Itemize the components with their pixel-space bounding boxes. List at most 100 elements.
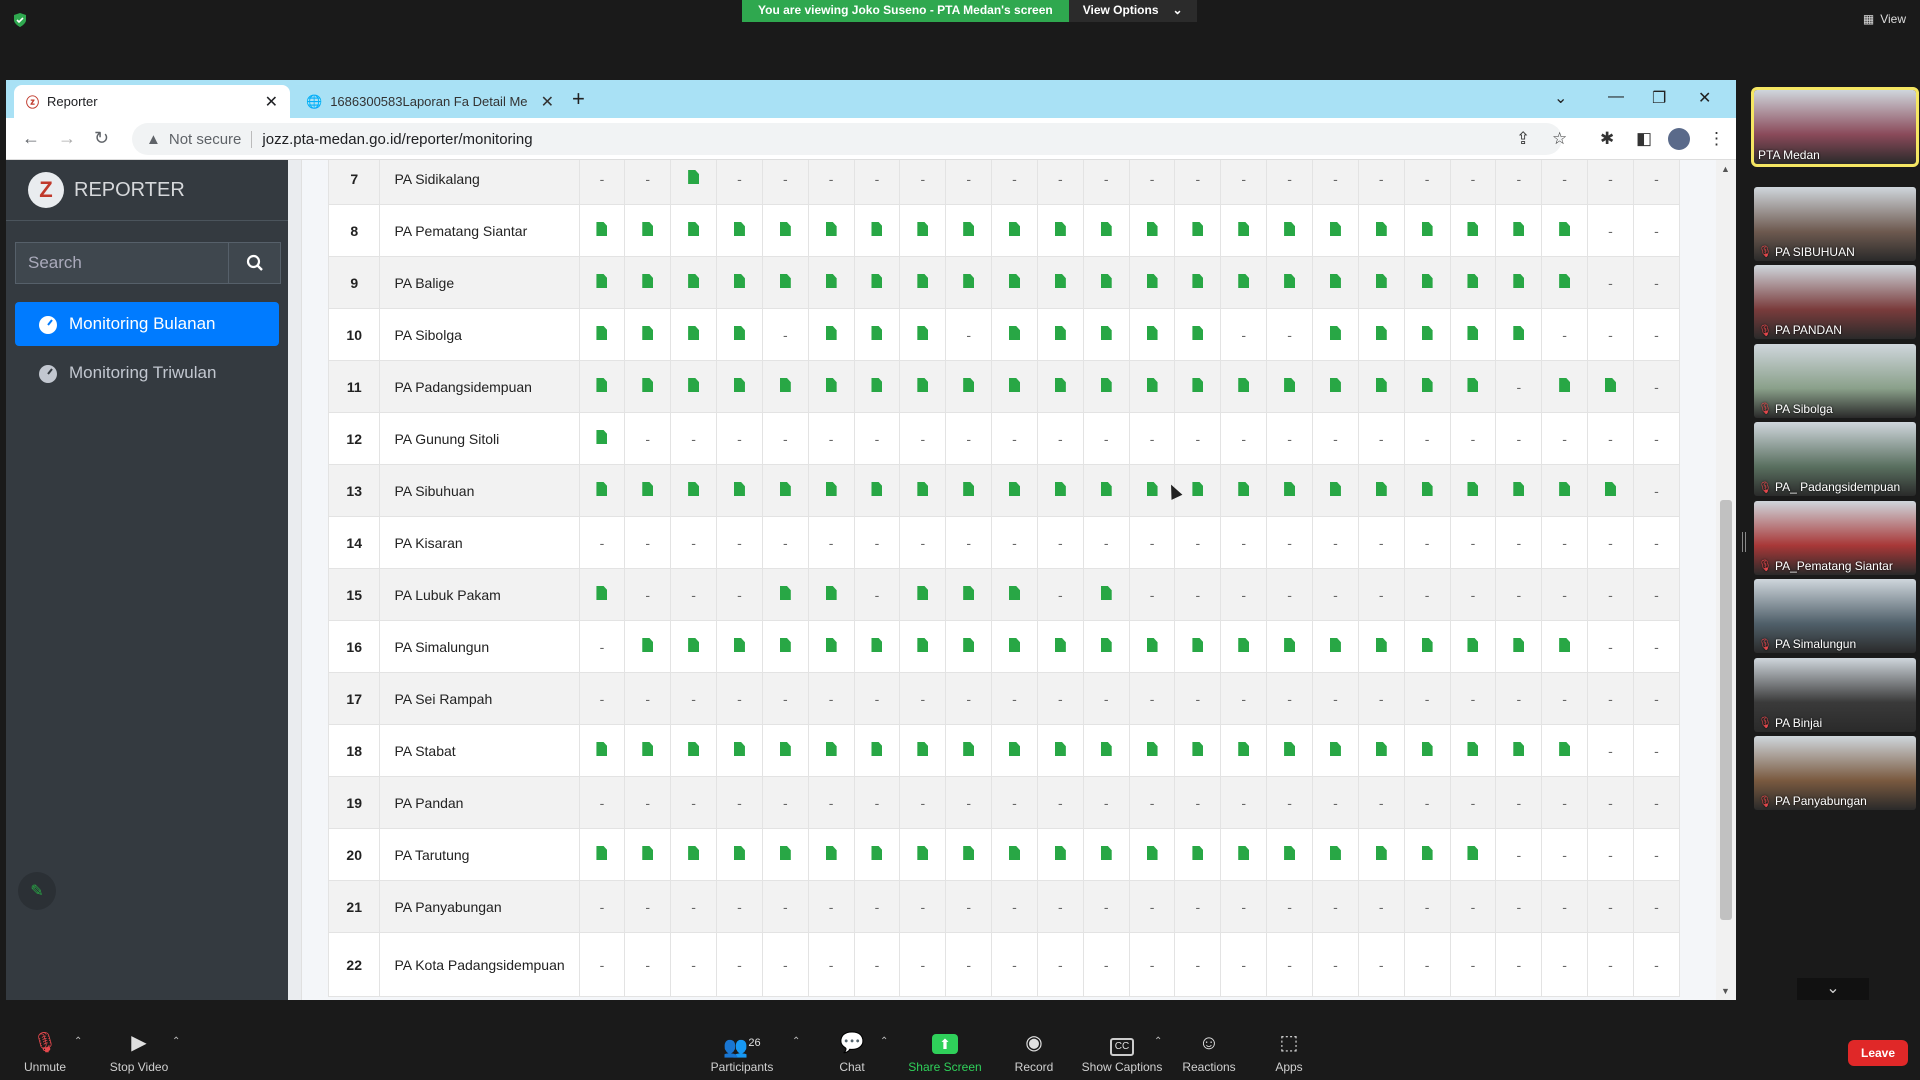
document-icon[interactable] (596, 378, 608, 392)
document-icon[interactable] (1421, 482, 1433, 496)
document-icon[interactable] (1238, 742, 1250, 756)
gallery-resize-handle[interactable] (1742, 532, 1746, 552)
document-icon[interactable] (1054, 326, 1066, 340)
document-icon[interactable] (596, 482, 608, 496)
document-icon[interactable] (1467, 326, 1479, 340)
reactions-button[interactable]: ☺ Reactions (1164, 1030, 1254, 1074)
document-icon[interactable] (1284, 274, 1296, 288)
leave-button[interactable]: Leave (1848, 1040, 1908, 1066)
stop-video-button[interactable]: ▶ Stop Video (94, 1030, 184, 1074)
document-icon[interactable] (825, 586, 837, 600)
document-icon[interactable] (1192, 326, 1204, 340)
document-icon[interactable] (825, 846, 837, 860)
document-icon[interactable] (1192, 378, 1204, 392)
share-icon[interactable]: ⇪ (1516, 129, 1530, 149)
document-icon[interactable] (1054, 742, 1066, 756)
participant-video[interactable]: 🎙 PA Simalungun (1754, 579, 1916, 653)
document-icon[interactable] (1192, 846, 1204, 860)
document-icon[interactable] (596, 846, 608, 860)
document-icon[interactable] (1100, 586, 1112, 600)
document-icon[interactable] (642, 638, 654, 652)
restore-icon[interactable]: ❐ (1652, 88, 1666, 108)
document-icon[interactable] (779, 638, 791, 652)
profile-avatar[interactable] (1668, 128, 1690, 150)
document-icon[interactable] (733, 222, 745, 236)
caret-up-icon[interactable]: ⌃ (880, 1036, 888, 1047)
document-icon[interactable] (825, 482, 837, 496)
document-icon[interactable] (825, 326, 837, 340)
tab-reporter[interactable]: ⓩ Reporter ✕ (14, 85, 290, 118)
document-icon[interactable] (871, 742, 883, 756)
document-icon[interactable] (642, 326, 654, 340)
document-icon[interactable] (596, 326, 608, 340)
brand[interactable]: Z REPORTER (28, 172, 185, 208)
document-icon[interactable] (1559, 482, 1571, 496)
document-icon[interactable] (688, 482, 700, 496)
star-icon[interactable]: ☆ (1552, 129, 1567, 149)
document-icon[interactable] (1054, 274, 1066, 288)
caret-up-icon[interactable]: ⌃ (792, 1036, 800, 1047)
document-icon[interactable] (642, 222, 654, 236)
document-icon[interactable] (1054, 846, 1066, 860)
document-icon[interactable] (733, 326, 745, 340)
document-icon[interactable] (1421, 222, 1433, 236)
caret-up-icon[interactable]: ⌃ (172, 1036, 180, 1047)
document-icon[interactable] (1100, 326, 1112, 340)
document-icon[interactable] (1009, 482, 1021, 496)
document-icon[interactable] (1054, 378, 1066, 392)
document-icon[interactable] (1192, 222, 1204, 236)
edit-pencil-button[interactable]: ✎ (18, 872, 56, 910)
document-icon[interactable] (688, 274, 700, 288)
nav-monitoring-bulanan[interactable]: Monitoring Bulanan (15, 302, 279, 346)
document-icon[interactable] (1421, 378, 1433, 392)
document-icon[interactable] (1467, 482, 1479, 496)
participant-video[interactable]: 🎙 PA Sibolga (1754, 343, 1916, 418)
minimize-icon[interactable]: — (1608, 88, 1624, 106)
document-icon[interactable] (1559, 222, 1571, 236)
search-button[interactable] (229, 242, 281, 284)
document-icon[interactable] (1192, 742, 1204, 756)
share-screen-button[interactable]: ⬆ Share Screen (900, 1030, 990, 1074)
document-icon[interactable] (825, 742, 837, 756)
document-icon[interactable] (963, 482, 975, 496)
document-icon[interactable] (1146, 482, 1158, 496)
document-icon[interactable] (1559, 742, 1571, 756)
reload-icon[interactable]: ↻ (94, 128, 109, 149)
document-icon[interactable] (642, 742, 654, 756)
document-icon[interactable] (1146, 274, 1158, 288)
document-icon[interactable] (1467, 846, 1479, 860)
document-icon[interactable] (1467, 742, 1479, 756)
document-icon[interactable] (825, 274, 837, 288)
document-icon[interactable] (1238, 482, 1250, 496)
document-icon[interactable] (1513, 274, 1525, 288)
document-icon[interactable] (871, 846, 883, 860)
document-icon[interactable] (1513, 222, 1525, 236)
view-options-button[interactable]: View Options ⌄ (1068, 0, 1197, 22)
record-button[interactable]: ◉ Record (989, 1030, 1079, 1074)
document-icon[interactable] (1146, 742, 1158, 756)
document-icon[interactable] (1238, 222, 1250, 236)
document-icon[interactable] (1146, 222, 1158, 236)
document-icon[interactable] (1604, 378, 1616, 392)
document-icon[interactable] (871, 638, 883, 652)
document-icon[interactable] (1192, 274, 1204, 288)
document-icon[interactable] (688, 378, 700, 392)
document-icon[interactable] (1513, 742, 1525, 756)
document-icon[interactable] (1375, 274, 1387, 288)
document-icon[interactable] (1009, 846, 1021, 860)
participant-video[interactable]: 🎙 PA PANDAN (1754, 265, 1916, 339)
document-icon[interactable] (642, 846, 654, 860)
document-icon[interactable] (1284, 482, 1296, 496)
document-icon[interactable] (733, 378, 745, 392)
menu-kebab-icon[interactable]: ⋮ (1708, 129, 1725, 149)
participant-video[interactable]: 🎙 PA Binjai (1754, 657, 1916, 732)
document-icon[interactable] (871, 482, 883, 496)
document-icon[interactable] (1375, 326, 1387, 340)
document-icon[interactable] (917, 274, 929, 288)
document-icon[interactable] (1238, 638, 1250, 652)
document-icon[interactable] (1284, 222, 1296, 236)
document-icon[interactable] (1146, 326, 1158, 340)
document-icon[interactable] (1284, 638, 1296, 652)
document-icon[interactable] (1513, 482, 1525, 496)
document-icon[interactable] (871, 326, 883, 340)
